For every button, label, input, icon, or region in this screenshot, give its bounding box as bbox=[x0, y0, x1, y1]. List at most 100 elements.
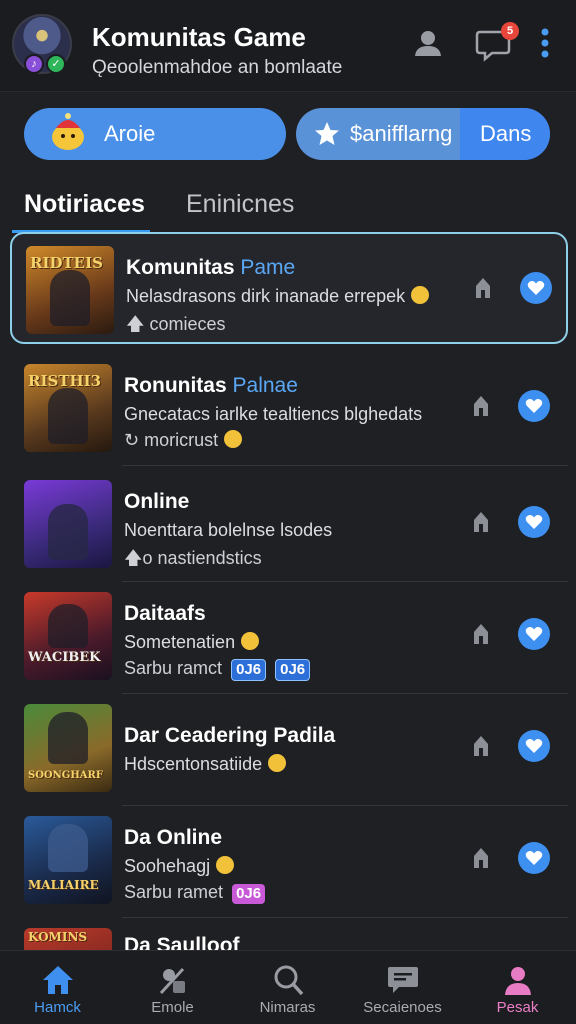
filter-pill-segment[interactable]: Dans bbox=[460, 108, 550, 160]
character-figure bbox=[48, 712, 88, 764]
page-subtitle: Ǫeoolenmahdoe an bomlaate bbox=[92, 57, 343, 78]
more-options-icon[interactable] bbox=[530, 24, 560, 64]
game-thumbnail: MALIAIRE bbox=[24, 816, 112, 904]
thumbnail-text: MALIAIRE bbox=[28, 878, 99, 892]
item-description: Nelasdrasons dirk inanade errepek bbox=[126, 286, 430, 307]
heart-icon bbox=[525, 739, 543, 753]
heart-icon bbox=[525, 399, 543, 413]
game-thumbnail: KOMINS bbox=[24, 928, 112, 950]
home-icon bbox=[43, 966, 73, 994]
mascot-emoji-icon bbox=[52, 113, 84, 150]
item-title: Dar Ceadering Padila bbox=[124, 724, 336, 747]
pin-icon[interactable] bbox=[468, 508, 494, 534]
emoji-icon bbox=[241, 632, 260, 650]
nav-search-label: Nimaras bbox=[259, 999, 316, 1016]
tag-badge: 0J6 bbox=[231, 659, 267, 681]
nav-home-label: Hamck bbox=[34, 999, 81, 1016]
item-title: Da Online bbox=[124, 826, 223, 849]
item-title: Komunitas Pame bbox=[126, 256, 296, 279]
nav-profile[interactable]: Pesak bbox=[460, 951, 575, 1024]
character-figure bbox=[48, 504, 88, 560]
list-item[interactable]: SOONGHARF Dar Ceadering Padila Hdscenton… bbox=[10, 692, 568, 806]
item-description: Sometenatien bbox=[124, 632, 260, 653]
pin-icon[interactable] bbox=[468, 392, 494, 418]
user-icon[interactable] bbox=[408, 24, 448, 64]
emoji-icon bbox=[411, 286, 430, 304]
game-thumbnail bbox=[24, 480, 112, 568]
list-item[interactable]: RIDTEIS Komunitas Pame Nelasdrasons dirk… bbox=[10, 232, 568, 344]
music-badge-icon: ♪ bbox=[24, 54, 44, 74]
heart-icon bbox=[527, 281, 545, 295]
like-button[interactable] bbox=[518, 842, 550, 874]
nav-chat-label: Secaienoes bbox=[363, 999, 442, 1016]
tab-notifications[interactable]: Notiriaces bbox=[24, 190, 145, 219]
game-thumbnail: WACIBEK bbox=[24, 592, 112, 680]
nav-search[interactable]: Nimaras bbox=[230, 951, 345, 1024]
character-figure bbox=[48, 604, 88, 648]
profile-icon bbox=[505, 967, 531, 995]
item-title: Online bbox=[124, 490, 190, 513]
filter-pill-right-label: $anifflarng bbox=[350, 121, 453, 146]
thumbnail-text: SOONGHARF bbox=[28, 770, 103, 781]
item-meta: 🡅o nastiendstics bbox=[124, 548, 262, 568]
item-title: Da Saulloof bbox=[124, 934, 240, 950]
game-thumbnail: RIDTEIS bbox=[26, 246, 114, 334]
filter-pill-left[interactable]: Aroie bbox=[24, 108, 286, 160]
messages-icon[interactable]: 5 bbox=[474, 22, 519, 64]
heart-icon bbox=[525, 851, 543, 865]
item-description: Noenttara bolelnse lsodes bbox=[124, 520, 333, 540]
pin-icon[interactable] bbox=[468, 844, 494, 870]
page-title: Komunitas Game bbox=[92, 22, 306, 52]
like-button[interactable] bbox=[518, 730, 550, 762]
item-description: Soohehagj bbox=[124, 856, 235, 877]
filter-pills: Aroie $anifflarng Dans bbox=[24, 108, 552, 162]
like-button[interactable] bbox=[518, 390, 550, 422]
list-item[interactable]: Online Noenttara bolelnse lsodes 🡅o nast… bbox=[10, 468, 568, 582]
character-figure bbox=[48, 824, 88, 872]
key-icon bbox=[216, 856, 235, 874]
pin-icon[interactable] bbox=[468, 732, 494, 758]
check-badge-icon: ✓ bbox=[46, 54, 66, 74]
nav-games[interactable]: Emole bbox=[115, 951, 230, 1024]
tab-bar: Notiriaces Eninicnes bbox=[0, 184, 576, 234]
game-icon bbox=[159, 967, 185, 995]
like-button[interactable] bbox=[520, 272, 552, 304]
item-meta: Sarbu ramct 0J6 0J6 bbox=[124, 658, 311, 681]
like-button[interactable] bbox=[518, 506, 550, 538]
emoji-icon bbox=[224, 430, 243, 448]
swirl-icon: ↻ bbox=[124, 430, 140, 450]
star-icon bbox=[315, 122, 339, 145]
pin-icon[interactable] bbox=[470, 274, 496, 300]
character-figure bbox=[50, 270, 90, 326]
arrow-up-icon: 🡅 bbox=[124, 548, 143, 568]
list-item[interactable]: MALIAIRE Da Online Soohehagj Sarbu ramet… bbox=[10, 804, 568, 918]
item-title: Ronunitas Palnae bbox=[124, 374, 298, 397]
bottom-nav: Hamck Emole Nimaras Secaienoes Pesak bbox=[0, 950, 576, 1024]
item-meta: Sarbu ramet 0J6 bbox=[124, 882, 266, 904]
item-meta: ↻ moricrust bbox=[124, 430, 243, 451]
tag-badge: 0J6 bbox=[275, 659, 311, 681]
item-description: Gnecatacs iarlke tealtiencs blghedats bbox=[124, 404, 423, 424]
list-item[interactable]: KOMINS Da Saulloof bbox=[10, 916, 568, 950]
community-avatar[interactable]: ♪ ✓ bbox=[12, 14, 72, 74]
heart-icon bbox=[525, 515, 543, 529]
nav-games-label: Emole bbox=[151, 999, 194, 1016]
filter-pill-left-label: Aroie bbox=[104, 121, 156, 146]
list-item[interactable]: WACIBEK Daitaafs Sometenatien Sarbu ramc… bbox=[10, 580, 568, 694]
list-item[interactable]: RISTHI3 Ronunitas Palnae Gnecatacs iarlk… bbox=[10, 352, 568, 466]
nav-profile-label: Pesak bbox=[496, 999, 539, 1016]
nav-home[interactable]: Hamck bbox=[0, 951, 115, 1024]
game-thumbnail: SOONGHARF bbox=[24, 704, 112, 792]
item-description: Hdscentonsatiide bbox=[124, 754, 287, 775]
thumbnail-text: KOMINS bbox=[28, 930, 88, 944]
game-thumbnail: RISTHI3 bbox=[24, 364, 112, 452]
tab-second[interactable]: Eninicnes bbox=[186, 190, 294, 219]
pin-icon[interactable] bbox=[468, 620, 494, 646]
filter-pill-right[interactable]: $anifflarng Dans bbox=[296, 108, 550, 160]
divider bbox=[122, 465, 568, 466]
nav-chat[interactable]: Secaienoes bbox=[345, 951, 460, 1024]
filter-pill-segment-label: Dans bbox=[480, 121, 532, 146]
like-button[interactable] bbox=[518, 618, 550, 650]
heart-icon bbox=[525, 627, 543, 641]
character-figure bbox=[48, 388, 88, 444]
